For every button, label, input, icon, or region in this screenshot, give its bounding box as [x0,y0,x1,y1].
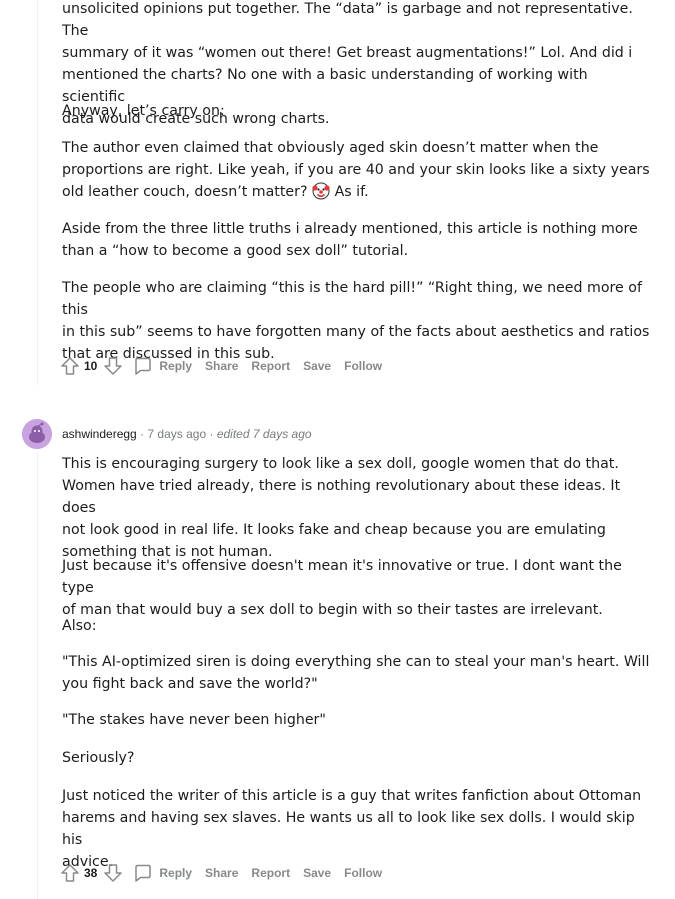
text-line: This is encouraging surgery to look like… [62,456,619,472]
comment-1-action-bar: 10 Reply Share Report Save Follow [60,355,395,377]
comment-1-paragraph-3: The author even claimed that obviously a… [62,137,652,203]
clown-face-emoji-icon [312,182,330,200]
text-line: As if. [334,184,369,200]
comment-2-paragraph-2: Just because it's offensive doesn't mean… [62,555,652,621]
save-button[interactable]: Save [303,866,331,880]
comment-1-paragraph-2: Anyway, let’s carry on: [62,100,652,122]
upvote-arrow-icon[interactable] [60,863,80,883]
text-line: than a “how to become a good sex doll” t… [62,243,409,259]
text-line: summary of it was “women out there! Get … [62,45,633,61]
text-line: Seriously? [62,750,135,766]
comment-1-paragraph-4: Aside from the three little truths i alr… [62,218,652,262]
save-button[interactable]: Save [303,359,331,373]
text-line: proportions are right. Like yeah, if you… [62,162,650,178]
text-line: Anyway, let’s carry on: [62,103,225,119]
comment-1-paragraph-5: The people who are claiming “this is the… [62,277,652,365]
comment-2-paragraph-7: Just noticed the writer of this article … [62,785,652,873]
text-line: "The stakes have never been higher" [62,712,326,728]
follow-button[interactable]: Follow [344,866,382,880]
comment-bubble-icon[interactable] [133,863,153,883]
text-line: not look good in real life. It looks fak… [62,522,606,538]
snoo-avatar-icon [22,419,52,449]
reply-button[interactable]: Reply [159,359,192,373]
comment-2-meta: ashwinderegg · 7 days ago · edited 7 day… [62,426,312,442]
text-line: you fight back and save the world?" [62,676,318,692]
comment-bubble-icon[interactable] [133,356,153,376]
comment-2-paragraph-4: "This AI-optimized siren is doing everyt… [62,651,652,695]
comment-2-paragraph-1: This is encouraging surgery to look like… [62,453,652,563]
text-line: unsolicited opinions put together. The “… [62,1,633,39]
share-button[interactable]: Share [205,359,238,373]
avatar[interactable] [22,419,52,449]
text-line: Aside from the three little truths i alr… [62,221,638,237]
text-line: Just noticed the writer of this article … [62,788,642,804]
text-line: in this sub” seems to have forgotten man… [62,324,650,340]
timestamp[interactable]: 7 days ago [147,427,206,441]
vote-count: 38 [84,866,98,880]
author-name[interactable]: ashwinderegg [62,427,137,441]
text-line: The people who are claiming “this is the… [62,280,642,318]
share-button[interactable]: Share [205,866,238,880]
thread-line-upper[interactable] [37,0,38,385]
upvote-arrow-icon[interactable] [60,356,80,376]
comment-2-paragraph-3: Also: [62,615,652,637]
text-line: Women have tried already, there is nothi… [62,478,621,516]
comment-2-paragraph-6: Seriously? [62,747,652,769]
downvote-arrow-icon[interactable] [103,356,123,376]
text-line: The author even claimed that obviously a… [62,140,599,156]
text-line: Just because it's offensive doesn't mean… [62,558,622,596]
meta-separator: · [140,427,145,441]
text-line: "This AI-optimized siren is doing everyt… [62,654,650,670]
reply-button[interactable]: Reply [159,866,192,880]
meta-separator: · [209,427,214,441]
thread-line-lower[interactable] [37,452,38,899]
follow-button[interactable]: Follow [344,359,382,373]
comment-2-action-bar: 38 Reply Share Report Save Follow [60,862,395,884]
text-line: Also: [62,618,97,634]
edited-label: edited 7 days ago [216,427,312,441]
report-button[interactable]: Report [251,866,290,880]
text-line: old leather couch, doesn’t matter? [62,184,308,200]
report-button[interactable]: Report [251,359,290,373]
vote-count: 10 [84,359,98,373]
text-line: harems and having sex slaves. He wants u… [62,810,635,848]
comment-2-paragraph-5: "The stakes have never been higher" [62,709,652,731]
downvote-arrow-icon[interactable] [103,863,123,883]
